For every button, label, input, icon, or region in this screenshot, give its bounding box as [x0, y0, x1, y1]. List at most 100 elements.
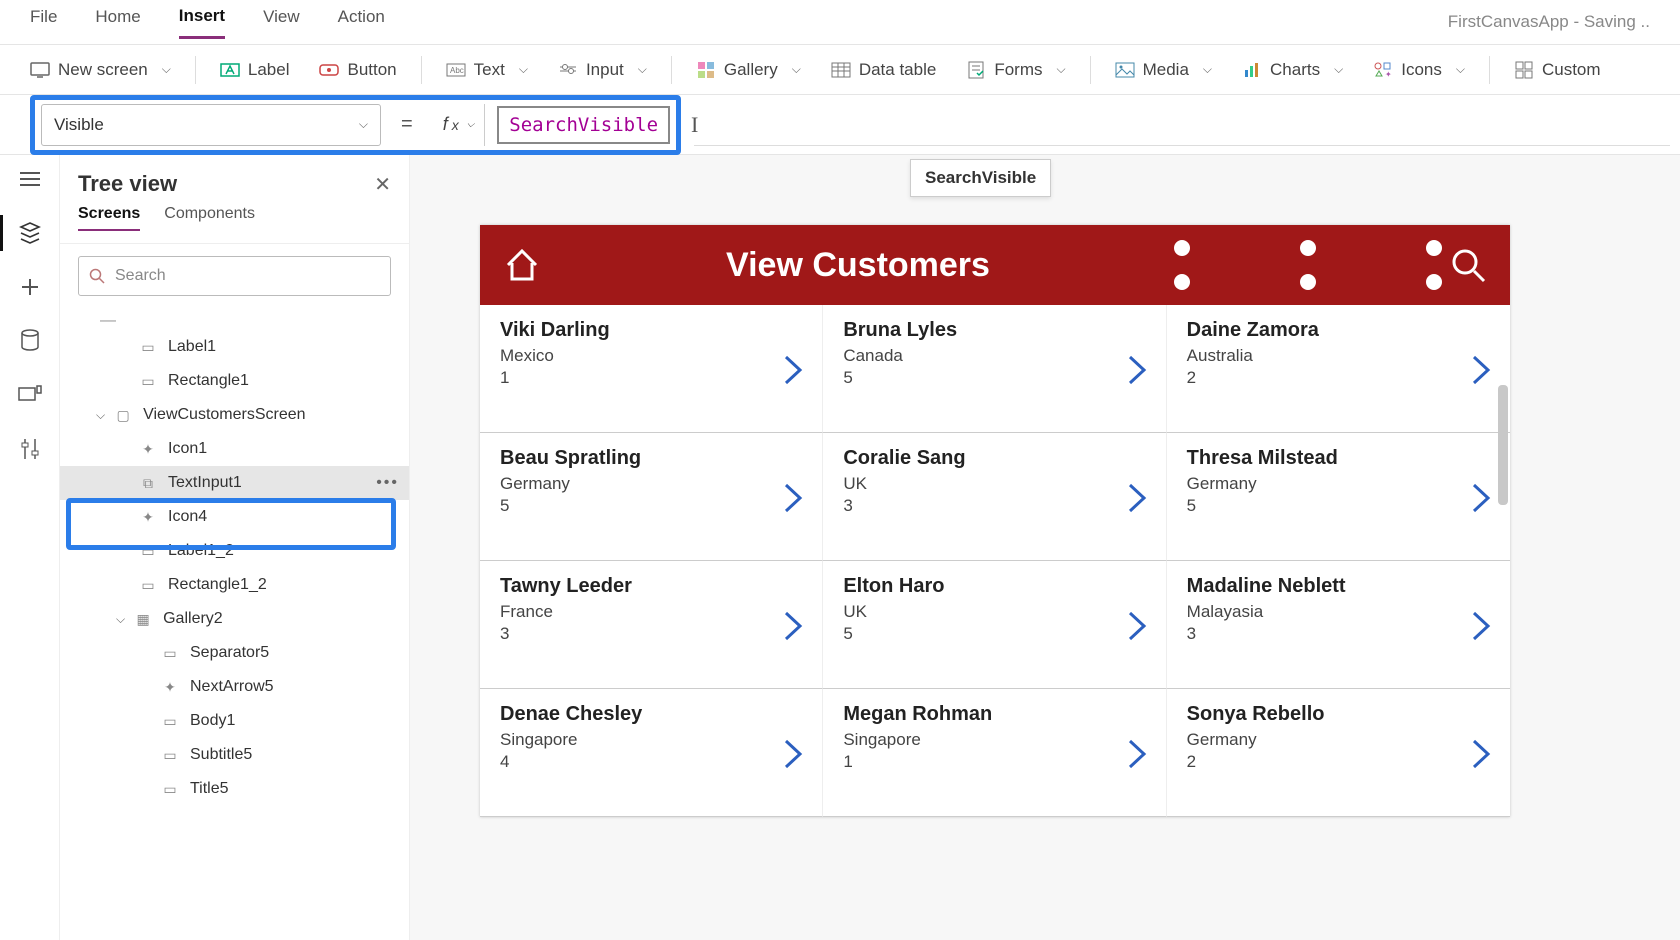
customer-card[interactable]: Megan RohmanSingapore1 — [823, 689, 1166, 817]
forms-button[interactable]: Forms — [954, 54, 1077, 86]
custom-icon — [1514, 60, 1534, 80]
tree-node-gallery2[interactable]: ⌵▦Gallery2 — [60, 602, 409, 636]
customer-card[interactable]: Coralie SangUK3 — [823, 433, 1166, 561]
home-icon[interactable] — [502, 245, 542, 285]
customer-number: 4 — [500, 752, 802, 772]
customer-card[interactable]: Viki DarlingMexico1 — [480, 305, 823, 433]
tree-node-icon4[interactable]: ✦Icon4 — [60, 500, 409, 534]
customer-number: 5 — [500, 496, 802, 516]
media-panel-icon[interactable] — [16, 381, 44, 409]
input-button[interactable]: Input — [546, 54, 659, 86]
customer-number: 5 — [843, 368, 1145, 388]
chevron-right-icon[interactable] — [1126, 737, 1148, 771]
customer-country: Mexico — [500, 346, 802, 366]
tab-components[interactable]: Components — [164, 205, 255, 231]
chevron-right-icon[interactable] — [1470, 737, 1492, 771]
customer-card[interactable]: Tawny LeederFrance3 — [480, 561, 823, 689]
tree-node-rectangle1[interactable]: ▭Rectangle1 — [60, 364, 409, 398]
new-screen-button[interactable]: New screen — [18, 54, 183, 86]
customer-name: Denae Chesley — [500, 703, 802, 726]
customer-name: Daine Zamora — [1187, 319, 1490, 342]
tree-node-separator5[interactable]: ▭Separator5 — [60, 636, 409, 670]
chevron-right-icon[interactable] — [782, 481, 804, 515]
customer-card[interactable]: Elton HaroUK5 — [823, 561, 1166, 689]
tree-node-textinput1[interactable]: ⧉TextInput1••• — [60, 466, 409, 500]
tree-node-title5[interactable]: ▭Title5 — [60, 772, 409, 806]
chevron-right-icon[interactable] — [1470, 609, 1492, 643]
tree-node-nextarrow5[interactable]: ✦NextArrow5 — [60, 670, 409, 704]
customer-name: Viki Darling — [500, 319, 802, 342]
menu-insert[interactable]: Insert — [179, 6, 225, 39]
tree-node-rectangle1-2[interactable]: ▭Rectangle1_2 — [60, 568, 409, 602]
selection-handles[interactable] — [1174, 240, 1442, 290]
chevron-right-icon[interactable] — [1126, 353, 1148, 387]
button-button[interactable]: Button — [307, 54, 408, 86]
scrollbar[interactable] — [1498, 385, 1508, 505]
charts-icon — [1242, 60, 1262, 80]
close-icon[interactable]: ✕ — [374, 172, 391, 197]
text-icon: Abc — [446, 60, 466, 80]
text-button[interactable]: Abc Text — [434, 54, 540, 86]
customer-card[interactable]: Beau SpratlingGermany5 — [480, 433, 823, 561]
customer-number: 5 — [843, 624, 1145, 644]
customer-number: 3 — [500, 624, 802, 644]
tree-node-body1[interactable]: ▭Body1 — [60, 704, 409, 738]
fx-button[interactable]: fx ⌵ — [433, 104, 486, 146]
tree-view-tab-icon[interactable] — [16, 219, 44, 247]
property-selector[interactable]: Visible ⌵ — [41, 104, 381, 146]
tab-screens[interactable]: Screens — [78, 205, 140, 231]
table-icon — [831, 60, 851, 80]
add-icon[interactable] — [16, 273, 44, 301]
charts-button[interactable]: Charts — [1230, 54, 1355, 86]
intellisense-popup[interactable]: SearchVisible — [910, 159, 1051, 197]
chevron-right-icon[interactable] — [1126, 481, 1148, 515]
left-rail — [0, 155, 60, 940]
more-icon[interactable]: ••• — [376, 474, 399, 492]
customer-card[interactable]: Sonya RebelloGermany2 — [1167, 689, 1510, 817]
icons-button[interactable]: ✦ Icons — [1361, 54, 1477, 86]
tree-node-subtitle5[interactable]: ▭Subtitle5 — [60, 738, 409, 772]
label-icon: ▭ — [160, 713, 180, 729]
customer-gallery[interactable]: Viki DarlingMexico1Bruna LylesCanada5Dai… — [480, 305, 1510, 817]
formula-input[interactable]: SearchVisible — [497, 106, 670, 144]
search-icon[interactable] — [1448, 245, 1488, 285]
customer-card[interactable]: Bruna LylesCanada5 — [823, 305, 1166, 433]
chevron-right-icon[interactable] — [782, 737, 804, 771]
menu-view[interactable]: View — [263, 7, 300, 37]
chevron-right-icon[interactable] — [1470, 481, 1492, 515]
ribbon: New screen Label Button Abc Text Input G… — [0, 45, 1680, 95]
hamburger-icon[interactable] — [16, 165, 44, 193]
chevron-right-icon[interactable] — [1126, 609, 1148, 643]
label-icon — [220, 60, 240, 80]
formula-bar: Visible ⌵ = fx ⌵ SearchVisible I — [0, 95, 1680, 155]
tree-search-input[interactable]: Search — [78, 256, 391, 296]
media-button[interactable]: Media — [1103, 54, 1224, 86]
label-icon: ▭ — [160, 781, 180, 797]
chevron-right-icon[interactable] — [1470, 353, 1492, 387]
customer-card[interactable]: Daine ZamoraAustralia2 — [1167, 305, 1510, 433]
menu-action[interactable]: Action — [338, 7, 385, 37]
tree-node-label1[interactable]: ▭Label1 — [60, 330, 409, 364]
customer-card[interactable]: Madaline NeblettMalayasia3 — [1167, 561, 1510, 689]
datatable-button[interactable]: Data table — [819, 54, 949, 86]
customer-card[interactable]: Denae ChesleySingapore4 — [480, 689, 823, 817]
customer-country: Germany — [1187, 474, 1490, 494]
tree-node-label1-2[interactable]: ▭Label1_2 — [60, 534, 409, 568]
chevron-right-icon[interactable] — [782, 609, 804, 643]
tree-node-viewcustomers[interactable]: ⌵▢ViewCustomersScreen — [60, 398, 409, 432]
menu-home[interactable]: Home — [95, 7, 140, 37]
gallery-button[interactable]: Gallery — [684, 54, 813, 86]
data-icon[interactable] — [16, 327, 44, 355]
customer-name: Bruna Lyles — [843, 319, 1145, 342]
gallery-icon: ▦ — [133, 611, 153, 627]
customer-country: UK — [843, 474, 1145, 494]
app-title: View Customers — [542, 246, 1174, 285]
label-button[interactable]: Label — [208, 54, 302, 86]
advanced-icon[interactable] — [16, 435, 44, 463]
custom-button[interactable]: Custom — [1502, 54, 1613, 86]
chevron-right-icon[interactable] — [782, 353, 804, 387]
tree-node-icon1[interactable]: ✦Icon1 — [60, 432, 409, 466]
menu-file[interactable]: File — [30, 7, 57, 37]
customer-card[interactable]: Thresa MilsteadGermany5 — [1167, 433, 1510, 561]
equals-sign: = — [401, 113, 413, 136]
